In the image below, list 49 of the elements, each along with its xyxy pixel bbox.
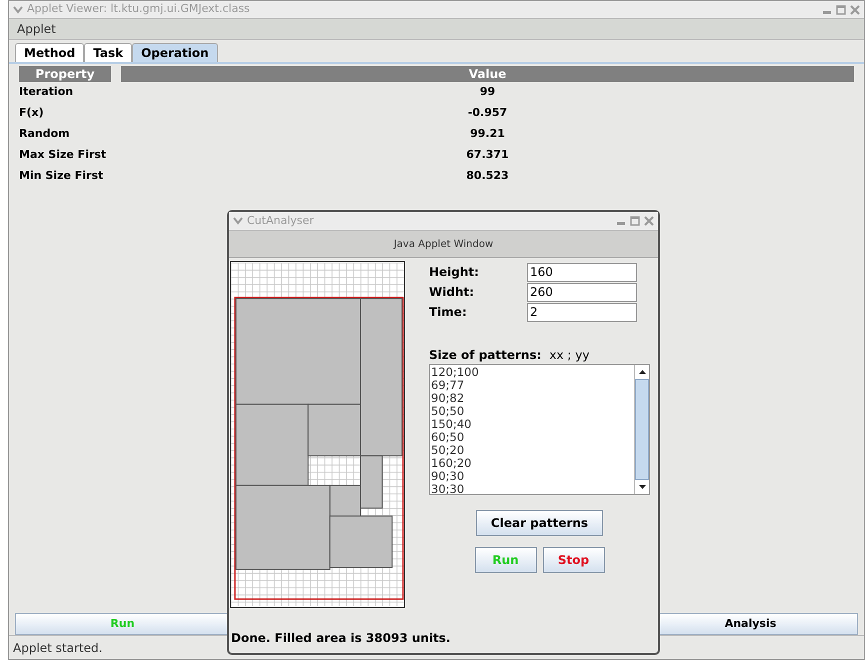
list-item[interactable]: 69;77	[431, 379, 634, 392]
list-item[interactable]: 160;20	[431, 457, 634, 470]
field-label: Time:	[429, 304, 468, 321]
patterns-label: Size of patterns:	[429, 347, 542, 364]
tab[interactable]: Operation	[132, 43, 218, 62]
input-field[interactable]: 260	[527, 282, 637, 302]
window-title: Applet Viewer: lt.ktu.gmj.ui.GMJext.class	[27, 1, 251, 18]
column-header: Value	[121, 66, 854, 82]
status-text: Applet started.	[13, 640, 102, 656]
column-header: Property	[19, 66, 111, 82]
list-item[interactable]: 50;20	[431, 444, 634, 457]
input-field[interactable]: 160	[527, 262, 637, 282]
menu-item[interactable]: Applet	[17, 20, 56, 38]
chevron-icon[interactable]	[13, 6, 23, 14]
tab[interactable]: Task	[84, 43, 132, 62]
list-item[interactable]: 30;30	[431, 483, 634, 494]
close-icon[interactable]	[644, 216, 654, 226]
maximize-icon[interactable]	[836, 4, 846, 14]
field-label: Height:	[429, 264, 480, 281]
action-button[interactable]: Stop	[542, 547, 604, 573]
list-item[interactable]: 90;82	[431, 392, 634, 405]
table-cell-text: 80.523	[466, 168, 509, 184]
patterns-hint: xx ; yy	[549, 347, 590, 364]
field-label: Widht:	[429, 284, 476, 301]
list-item[interactable]: 90;30	[431, 470, 634, 483]
list-item[interactable]: 50;50	[431, 405, 634, 418]
table-cell-text: -0.957	[468, 105, 508, 122]
table-cell-text: Iteration	[19, 84, 74, 100]
list-item[interactable]: 60;50	[431, 431, 634, 444]
banner-title: Java Applet Window	[394, 238, 494, 252]
table-cell-text: Max Size First	[19, 147, 108, 164]
clear-patterns-button[interactable]: Clear patterns	[476, 510, 604, 536]
table-cell-text: 99.21	[470, 126, 505, 142]
close-icon[interactable]	[850, 4, 860, 14]
patterns-list[interactable]: 120;100 69;77 90;82 50;50 150;40 60;50 50;20 160;20 90;30 30;30	[429, 364, 650, 495]
dialog-title: CutAnalyser	[247, 212, 315, 229]
tab[interactable]: Method	[15, 43, 84, 62]
table-cell-text: Random	[19, 126, 71, 142]
result-text: Done. Filled area is 38093 units.	[231, 630, 450, 647]
maximize-icon[interactable]	[630, 216, 640, 226]
input-field[interactable]: 2	[527, 302, 637, 322]
table-cell-text: 67.371	[466, 147, 509, 164]
chevron-icon[interactable]	[233, 217, 243, 225]
list-item[interactable]: 150;40	[431, 418, 634, 431]
table-cell-text: 99	[480, 84, 496, 100]
table-cell-text: F(x)	[19, 105, 45, 122]
table-cell-text: Min Size First	[19, 168, 104, 184]
list-item[interactable]: 120;100	[431, 366, 634, 379]
scrollbar-thumb[interactable]	[635, 379, 649, 480]
